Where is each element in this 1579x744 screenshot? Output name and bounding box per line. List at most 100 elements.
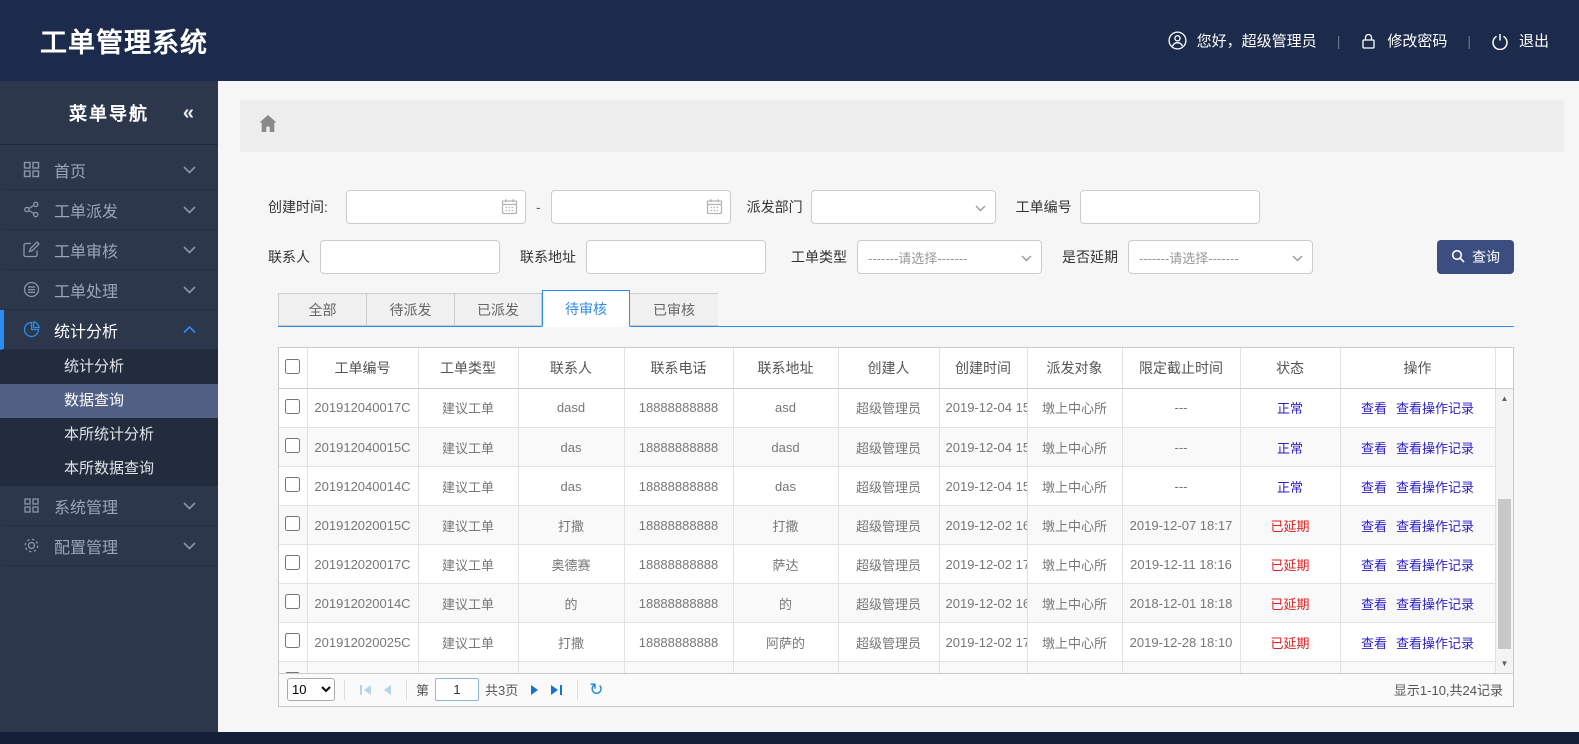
order-type-select[interactable]: -------请选择------- — [857, 240, 1042, 274]
order-type-label: 工单类型 — [791, 249, 847, 265]
view-link[interactable]: 查看 — [1361, 597, 1387, 612]
dispatch-dept-select[interactable] — [810, 190, 996, 224]
view-link[interactable]: 查看 — [1361, 480, 1387, 495]
scroll-down-button[interactable]: ▼ — [1496, 656, 1513, 671]
row-checkbox[interactable] — [285, 438, 301, 453]
table-row: 201912020017C 建议工单 奥德赛 18888888888 萨达 超级管理员 20… — [279, 544, 1496, 584]
select-all-checkbox[interactable] — [285, 358, 301, 374]
change-password-button[interactable]: 修改密码 — [1360, 30, 1447, 51]
sidebar-subitem-data-query[interactable]: 数据查询 — [0, 384, 218, 418]
refresh-icon[interactable]: ↻ — [589, 680, 603, 700]
cell-create-time: 2019-12-02 16: — [939, 583, 1028, 623]
status-badge: 已延期 — [1240, 583, 1341, 623]
cell-order-type: 建议工单 — [418, 466, 519, 506]
view-log-link[interactable]: 查看操作记录 — [1396, 480, 1474, 495]
tab-pending-review[interactable]: 待审核 — [542, 290, 630, 327]
sidebar-item-home[interactable]: 首页 — [0, 150, 218, 190]
prev-page-button[interactable] — [382, 684, 392, 696]
view-log-link[interactable]: 查看操作记录 — [1396, 636, 1474, 651]
order-no-input[interactable] — [1079, 190, 1260, 224]
page-number-input[interactable] — [435, 678, 480, 701]
row-select-cell — [279, 388, 308, 428]
create-time-label: 创建时间: — [268, 199, 328, 215]
delay-select[interactable]: -------请选择------- — [1128, 240, 1313, 274]
tab-reviewed[interactable]: 已审核 — [630, 293, 718, 326]
cell-contact: 奥德赛 — [518, 544, 625, 584]
sidebar-subitem-local-statistics[interactable]: 本所统计分析 — [0, 418, 218, 452]
user-icon — [1168, 31, 1187, 50]
sidebar-item-system[interactable]: 系统管理 — [0, 486, 218, 526]
next-page-button[interactable] — [530, 684, 540, 696]
scrollbar-thumb[interactable] — [1498, 498, 1511, 649]
col-header: 创建时间 — [939, 348, 1028, 389]
row-select-cell — [279, 661, 308, 673]
sidebar-subitem-statistics[interactable]: 统计分析 — [0, 350, 218, 384]
view-log-link[interactable]: 查看操作记录 — [1396, 441, 1474, 456]
row-checkbox[interactable] — [285, 672, 301, 673]
search-icon — [1451, 249, 1465, 266]
app-footer — [0, 732, 1579, 744]
actions-cell: 查看 查看操作记录 — [1340, 622, 1496, 662]
app-header: 工单管理系统 您好，超级管理员 | 修改密码 | 退出 — [0, 0, 1579, 81]
actions-cell: 查看 查看操作记录 — [1340, 466, 1496, 506]
row-checkbox[interactable] — [285, 633, 301, 648]
sidebar-item-dispatch[interactable]: 工单派发 — [0, 190, 218, 230]
table-row: 201912040015C 建议工单 das 18888888888 dasd 超级管理员… — [279, 427, 1496, 467]
cell-creator: 超级管理员 — [838, 427, 940, 467]
view-link[interactable]: 查看 — [1361, 401, 1387, 416]
address-input[interactable] — [586, 240, 766, 274]
view-link[interactable]: 查看 — [1361, 558, 1387, 573]
cell-address: asd — [733, 388, 839, 428]
last-page-button[interactable] — [550, 684, 563, 696]
col-header: 联系地址 — [733, 348, 839, 389]
sidebar-item-process[interactable]: 工单处理 — [0, 270, 218, 310]
chevron-down-icon — [1292, 255, 1303, 262]
view-link[interactable]: 查看 — [1361, 441, 1387, 456]
delay-label: 是否延期 — [1062, 249, 1118, 265]
row-checkbox[interactable] — [285, 555, 301, 570]
user-menu[interactable]: 您好，超级管理员 — [1168, 30, 1317, 51]
view-log-link[interactable]: 查看操作记录 — [1396, 597, 1474, 612]
cell-order-type: 建议工单 — [418, 622, 519, 662]
view-link[interactable]: 查看 — [1361, 519, 1387, 534]
view-log-link[interactable]: 查看操作记录 — [1396, 401, 1474, 416]
row-checkbox[interactable] — [285, 477, 301, 492]
row-checkbox[interactable] — [285, 398, 301, 414]
collapse-sidebar-button[interactable]: « — [183, 103, 196, 123]
cell-deadline: --- — [1122, 466, 1241, 506]
tab-all[interactable]: 全部 — [278, 293, 366, 326]
scroll-up-button[interactable]: ▲ — [1496, 391, 1513, 406]
create-time-start-input[interactable] — [346, 190, 526, 224]
row-checkbox[interactable] — [285, 594, 301, 609]
query-button[interactable]: 查询 — [1437, 240, 1514, 274]
cell-order-no: 201912020017C — [307, 544, 419, 584]
page-size-select[interactable]: 10 — [287, 678, 335, 701]
table-scrollbar[interactable]: ▲ ▼ — [1495, 388, 1513, 673]
sidebar-item-config[interactable]: 配置管理 — [0, 526, 218, 566]
row-select-cell — [279, 505, 308, 545]
row-checkbox[interactable] — [285, 516, 301, 531]
app-title: 工单管理系统 — [40, 28, 208, 58]
sidebar-subitem-local-data-query[interactable]: 本所数据查询 — [0, 452, 218, 486]
logout-button[interactable]: 退出 — [1491, 30, 1549, 51]
view-link[interactable]: 查看 — [1361, 636, 1387, 651]
share-icon — [22, 201, 40, 219]
sidebar-item-statistics[interactable]: 统计分析 — [0, 310, 218, 350]
lock-icon — [1360, 32, 1377, 50]
cell-dispatch-target: 墩上中心所 — [1027, 505, 1123, 545]
home-icon[interactable] — [258, 114, 278, 138]
view-log-link[interactable]: 查看操作记录 — [1396, 519, 1474, 534]
status-badge: 已延期 — [1240, 505, 1341, 545]
chevron-up-icon — [183, 325, 196, 334]
sidebar-item-review[interactable]: 工单审核 — [0, 230, 218, 270]
view-log-link[interactable]: 查看操作记录 — [1396, 558, 1474, 573]
cell-contact: dasd — [518, 388, 625, 428]
tab-pending-dispatch[interactable]: 待派发 — [366, 293, 454, 326]
cell-order-type: 建议工单 — [418, 427, 519, 467]
create-time-end-input[interactable] — [550, 190, 731, 224]
cell-deadline: 2018-12-01 18:18 — [1122, 583, 1241, 623]
tab-dispatched[interactable]: 已派发 — [454, 293, 542, 326]
contact-input[interactable] — [320, 240, 500, 274]
page-label-prefix: 第 — [416, 683, 430, 698]
first-page-button[interactable] — [359, 684, 372, 696]
